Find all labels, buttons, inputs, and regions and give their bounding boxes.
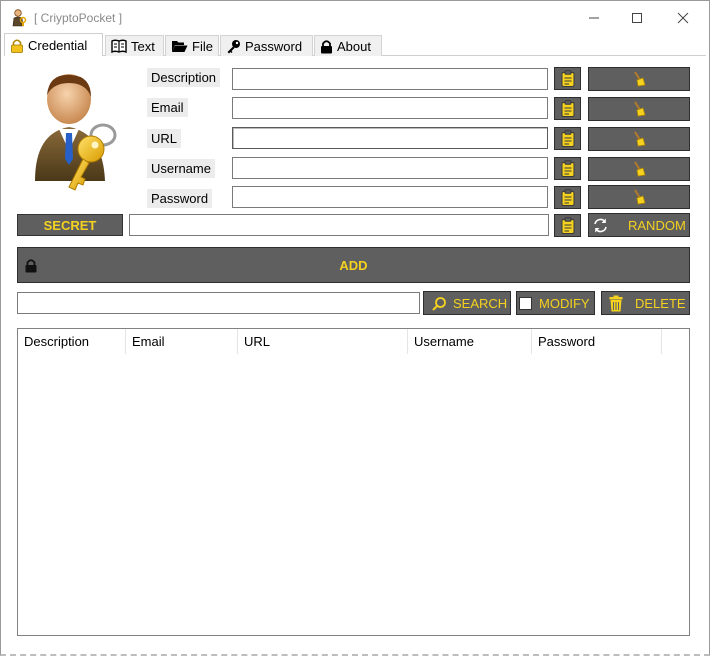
password-label: Password xyxy=(147,189,213,208)
tab-label: Text xyxy=(131,38,155,54)
random-button[interactable]: RANDOM xyxy=(588,213,690,237)
tab-label: About xyxy=(337,38,371,54)
delete-button[interactable]: DELETE xyxy=(601,291,690,315)
maximize-icon xyxy=(632,12,642,23)
clear-description-button[interactable] xyxy=(588,67,690,91)
email-input[interactable] xyxy=(232,97,548,119)
maximize-button[interactable] xyxy=(614,1,660,34)
column-header-password[interactable]: Password xyxy=(532,329,662,354)
username-label: Username xyxy=(147,159,215,178)
broom-icon xyxy=(634,161,646,177)
modify-label: MODIFY xyxy=(539,296,590,311)
copy-username-button[interactable] xyxy=(554,157,581,180)
description-input[interactable] xyxy=(232,68,548,90)
search-icon xyxy=(432,297,446,311)
tab-label: Credential xyxy=(28,37,88,53)
tab-bar: Credential Text File Password About xyxy=(4,33,706,56)
copy-url-button[interactable] xyxy=(554,127,581,150)
copy-secret-button[interactable] xyxy=(554,214,581,237)
description-label: Description xyxy=(147,68,221,87)
credentials-list[interactable]: Description Email URL Username Password xyxy=(17,328,690,636)
key-icon xyxy=(227,39,240,53)
url-input[interactable] xyxy=(232,127,548,149)
lock-icon xyxy=(321,39,332,53)
column-header-url[interactable]: URL xyxy=(238,329,408,354)
add-button[interactable]: ADD xyxy=(17,247,690,283)
close-icon xyxy=(677,12,689,23)
title-bar[interactable]: [ CriyptoPocket ] xyxy=(1,1,709,34)
search-input[interactable] xyxy=(17,292,420,314)
lock-icon xyxy=(11,38,23,53)
clear-email-button[interactable] xyxy=(588,97,690,121)
book-icon xyxy=(111,39,127,53)
clipboard-icon xyxy=(561,189,574,206)
folder-icon xyxy=(172,41,188,52)
url-label: URL xyxy=(147,129,182,148)
clear-password-button[interactable] xyxy=(588,185,690,209)
add-label: ADD xyxy=(339,258,368,273)
broom-icon xyxy=(634,101,646,117)
search-label: SEARCH xyxy=(453,296,508,311)
tab-password[interactable]: Password xyxy=(220,35,313,56)
app-icon xyxy=(12,9,27,27)
delete-label: DELETE xyxy=(635,296,686,311)
app-window: [ CriyptoPocket ] Credential Text File P… xyxy=(0,0,710,656)
tab-file[interactable]: File xyxy=(165,35,219,56)
username-input[interactable] xyxy=(232,157,548,179)
clear-username-button[interactable] xyxy=(588,157,690,181)
modify-checkbox[interactable] xyxy=(519,297,532,310)
tab-text[interactable]: Text xyxy=(105,35,164,56)
list-header: Description Email URL Username Password xyxy=(18,329,689,354)
column-header-username[interactable]: Username xyxy=(408,329,532,354)
broom-icon xyxy=(634,189,646,205)
secret-label: SECRET xyxy=(17,214,123,236)
random-label: RANDOM xyxy=(628,218,686,233)
window-title: [ CriyptoPocket ] xyxy=(34,11,123,25)
clipboard-icon xyxy=(561,70,574,87)
minimize-button[interactable] xyxy=(571,1,617,34)
user-key-avatar xyxy=(35,74,117,191)
clear-url-button[interactable] xyxy=(588,127,690,151)
tab-label: File xyxy=(192,38,213,54)
tab-credential[interactable]: Credential xyxy=(4,33,103,56)
password-input[interactable] xyxy=(232,186,548,208)
column-header-email[interactable]: Email xyxy=(126,329,238,354)
email-label: Email xyxy=(147,98,188,117)
minimize-icon xyxy=(589,17,599,18)
tab-label: Password xyxy=(245,38,303,54)
clipboard-icon xyxy=(561,217,574,234)
copy-password-button[interactable] xyxy=(554,186,581,209)
clipboard-icon xyxy=(561,160,574,177)
broom-icon xyxy=(634,131,646,147)
clipboard-icon xyxy=(561,130,574,147)
search-button[interactable]: SEARCH xyxy=(423,291,511,315)
clipboard-icon xyxy=(561,100,574,117)
refresh-icon xyxy=(594,218,607,233)
trash-icon xyxy=(609,295,623,312)
secret-input[interactable] xyxy=(129,214,549,236)
copy-email-button[interactable] xyxy=(554,97,581,120)
close-button[interactable] xyxy=(660,1,706,34)
broom-icon xyxy=(634,71,646,87)
tab-about[interactable]: About xyxy=(314,35,382,56)
modify-toggle[interactable]: MODIFY xyxy=(516,291,595,315)
copy-description-button[interactable] xyxy=(554,67,581,90)
column-header-description[interactable]: Description xyxy=(18,329,126,354)
